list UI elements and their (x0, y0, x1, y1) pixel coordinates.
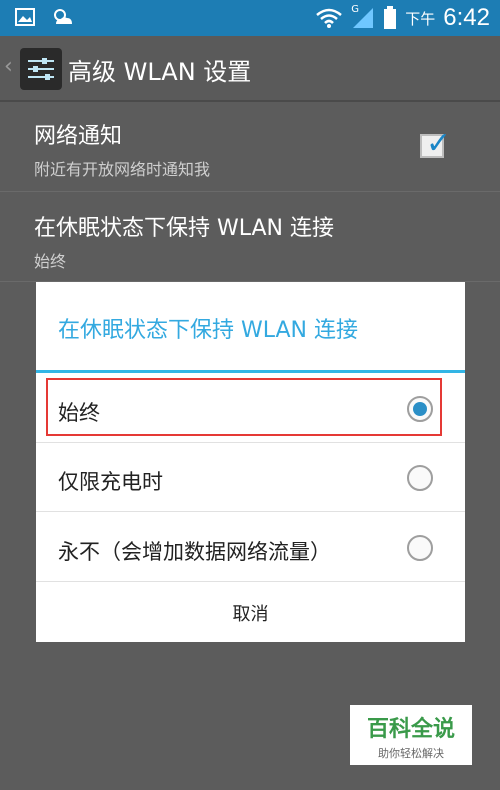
page-title: 高级 WLAN 设置 (68, 58, 252, 86)
watermark-title: 百科全说 (366, 717, 455, 742)
option-label: 仅限充电时 (58, 470, 163, 494)
network-notify-checkbox[interactable]: ✓ (420, 126, 451, 161)
sleep-policy-title: 在休眠状态下保持 WLAN 连接 (34, 216, 335, 241)
option-never[interactable]: 永不（会增加数据网络流量） (36, 514, 465, 582)
weather-icon (54, 9, 72, 24)
gallery-icon (15, 8, 35, 26)
network-badge: G (351, 4, 360, 15)
wifi-icon (316, 8, 343, 28)
highlight-box (46, 378, 442, 436)
time-period: 下午 (405, 9, 436, 28)
settings-list: 网络通知 附近有开放网络时通知我 ✓ 在休眠状态下保持 WLAN 连接 始终 (0, 104, 500, 282)
cancel-button[interactable]: 取消 (36, 582, 465, 642)
network-notify-subtitle: 附近有开放网络时通知我 (34, 160, 211, 179)
clock: 6:42 (443, 4, 490, 31)
radio-unselected-icon[interactable] (407, 535, 433, 561)
option-always[interactable]: 始终 (36, 375, 465, 443)
status-bar: G 下午 6:42 (0, 0, 500, 36)
sleep-policy-row[interactable]: 在休眠状态下保持 WLAN 连接 始终 (0, 192, 500, 282)
watermark-subtitle: 助你轻松解决 (378, 747, 444, 760)
checkmark-icon: ✓ (426, 126, 452, 161)
watermark-logo: 百科全说 助你轻松解决 (350, 705, 472, 765)
option-label: 始终 (58, 401, 100, 425)
radio-selected-icon[interactable] (407, 396, 433, 422)
radio-unselected-icon[interactable] (407, 465, 433, 491)
signal-icon: G (351, 4, 375, 30)
option-label: 永不（会增加数据网络流量） (58, 540, 331, 564)
action-bar: ‹ 高级 WLAN 设置 (0, 36, 500, 102)
back-chevron-icon[interactable]: ‹ (4, 54, 13, 79)
dialog-title-divider (36, 370, 465, 373)
option-charging-only[interactable]: 仅限充电时 (36, 444, 465, 512)
battery-icon (384, 6, 397, 29)
sleep-policy-subtitle: 始终 (34, 252, 67, 271)
dialog-title: 在休眠状态下保持 WLAN 连接 (58, 318, 359, 343)
settings-sliders-icon[interactable] (20, 48, 62, 90)
sleep-policy-dialog: 在休眠状态下保持 WLAN 连接 始终 仅限充电时 永不（会增加数据网络流量） … (36, 282, 465, 642)
network-notify-title: 网络通知 (34, 124, 123, 149)
network-notify-row[interactable]: 网络通知 附近有开放网络时通知我 ✓ (0, 104, 500, 192)
